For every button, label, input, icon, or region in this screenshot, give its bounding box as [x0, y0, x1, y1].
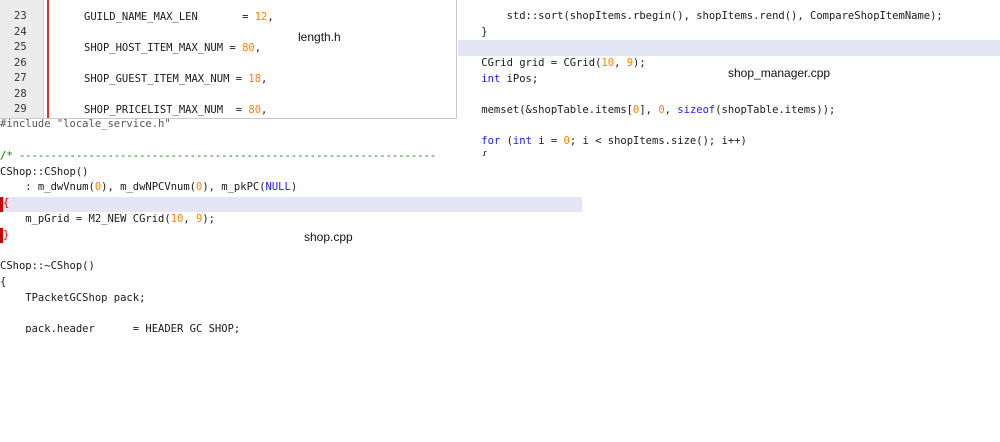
enum-constant-line: GUILD_NAME_MAX_LEN = 12, [84, 11, 274, 23]
ipos-decl-line: int iPos; [481, 73, 539, 85]
open-brace: { [0, 276, 7, 288]
packet-header-line: pack.header = HEADER_GC_SHOP; [0, 323, 241, 333]
grid-alloc-line: m_pGrid = M2_NEW CGrid(10, 9); [0, 213, 215, 225]
enum-constant-line: SHOP_PRICELIST_MAX_NUM = 80, [84, 104, 268, 116]
grid-decl-line: CGrid grid = CGrid(10, 9); [456, 57, 646, 69]
line-number: 28 [14, 88, 27, 100]
shop-cpp-label: shop.cpp [304, 230, 353, 244]
shop-manager-cpp-label: shop_manager.cpp [728, 66, 831, 80]
change-bar [47, 0, 49, 118]
open-brace: { [3, 197, 10, 209]
line-number: 26 [14, 57, 27, 69]
comment-line: /* -------------------------------------… [0, 150, 437, 162]
shop-manager-cpp-editor[interactable]: std::sort(shopItems.rbegin(), shopItems.… [456, 0, 1000, 160]
line-number: 23 [14, 10, 27, 22]
memset-line: memset(&shopTable.items[0], 0, sizeof(sh… [456, 104, 836, 116]
enum-constant-line: SHOP_GUEST_ITEM_MAX_NUM = 18, [84, 73, 268, 85]
initializer-list: : m_dwVnum(0), m_dwNPCVnum(0), m_pkPC(NU… [0, 181, 298, 193]
close-brace: } [456, 26, 488, 38]
length-h-label: length.h [298, 30, 341, 44]
current-line-highlight [458, 40, 1000, 56]
for-loop-line: for (int i = 0; i < shopItems.size(); i+… [481, 135, 747, 147]
sort-line: std::sort(shopItems.rbegin(), shopItems.… [456, 10, 943, 22]
close-brace: } [3, 229, 10, 241]
length-h-editor[interactable]: 23 GUILD_NAME_MAX_LEN = 12, 24 25 SHOP_HOST_… [0, 0, 457, 119]
current-line-highlight [0, 197, 582, 212]
line-number: 29 [14, 103, 27, 115]
enum-constant-line: SHOP_HOST_ITEM_MAX_NUM = 80, [84, 42, 262, 54]
destructor-signature: CShop::~CShop() [0, 260, 95, 272]
line-number: 24 [14, 26, 27, 38]
partial-brace: { [456, 150, 488, 156]
line-number: 25 [14, 41, 27, 53]
packet-decl-line: TPacketGCShop pack; [0, 292, 146, 304]
include-line: #include "locale_service.h" [0, 118, 171, 130]
constructor-signature: CShop::CShop() [0, 166, 89, 178]
line-number: 27 [14, 72, 27, 84]
